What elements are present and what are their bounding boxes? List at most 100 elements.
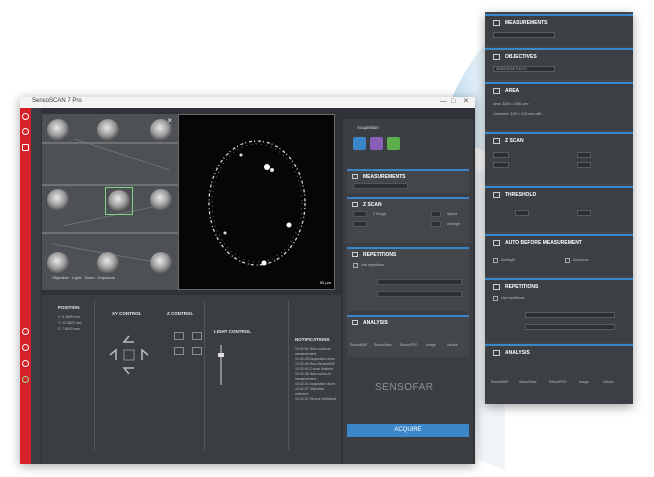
maximize-button[interactable]: □ — [451, 97, 455, 107]
section-measurements[interactable]: MEASUREMENTS — [347, 169, 469, 193]
acquire-button[interactable]: ACQUIRE — [347, 424, 469, 437]
z-down-button[interactable] — [174, 347, 184, 355]
analysis-image[interactable]: Image — [426, 343, 436, 347]
zscan-icon — [493, 138, 500, 144]
card-section-title: MEASUREMENTS — [505, 20, 548, 26]
mode-interferometry-icon[interactable] — [370, 137, 383, 150]
cube-icon[interactable] — [22, 144, 29, 151]
analysis-sensoview[interactable]: SensoView — [374, 343, 391, 347]
autofocus-checkbox[interactable] — [565, 258, 570, 263]
threshold-input[interactable] — [515, 210, 529, 216]
notification-item: 10:32:20 Sensor initialized — [295, 397, 337, 401]
mode-confocal-icon[interactable] — [353, 137, 366, 150]
section-title: Z SCAN — [363, 202, 382, 208]
z-fast-up-button[interactable] — [192, 332, 202, 340]
analysis-values[interactable]: Values — [603, 380, 613, 384]
notifications-title: NOTIFICATIONS — [295, 337, 330, 342]
z-up-button[interactable] — [174, 332, 184, 340]
repetitions-label: Use repetitions — [361, 263, 385, 267]
analysis-sensomap[interactable]: SensoMAP — [350, 343, 368, 347]
position-title: POSITION — [58, 305, 80, 310]
analysis-icon — [493, 350, 500, 356]
card-zscan[interactable]: Z SCAN — [485, 132, 633, 184]
card-auto-before[interactable]: AUTO BEFORE MEASUREMENT Autolight Autofo… — [485, 234, 633, 276]
auto-icon — [493, 240, 500, 246]
zrange-label: Z Range — [373, 212, 387, 216]
analysis-sensopro[interactable]: SensoPRO — [400, 343, 418, 347]
tool-strip — [31, 108, 41, 464]
autolight-checkbox[interactable] — [493, 258, 498, 263]
card-section-title: Z SCAN — [505, 138, 524, 144]
zrange-bottom-input[interactable] — [353, 221, 367, 227]
light-slider-handle[interactable] — [218, 353, 224, 357]
ruler-icon — [493, 20, 500, 26]
card-section-title: REPETITIONS — [505, 284, 539, 290]
analysis-sensopro[interactable]: SensoPRO — [549, 380, 567, 384]
close-button[interactable]: ✕ — [463, 97, 469, 107]
speed-label: Speed — [447, 212, 458, 216]
z-fast-down-button[interactable] — [192, 347, 202, 355]
repetitions-count-input[interactable] — [377, 279, 462, 285]
area-size: Area: 3340 x 2550 µm² — [493, 102, 529, 106]
repetitions-checkbox[interactable] — [493, 296, 498, 301]
camera-info: Objective · Light · Zoom · Exposure — [52, 275, 116, 280]
repetitions-count-input[interactable] — [525, 312, 615, 318]
confocal-view[interactable]: 50 µm — [178, 114, 335, 290]
help-icon[interactable] — [22, 360, 29, 367]
gear-icon[interactable] — [22, 344, 29, 351]
objective-select[interactable]: SENSOFAR P40 EI — [493, 66, 555, 72]
speed-input[interactable] — [431, 211, 441, 217]
control-area: POSITION X: 0.1695 mm Y: 12.6823 mm Z: 7… — [42, 295, 341, 464]
section-title: MEASUREMENTS — [363, 174, 406, 180]
card-measurements[interactable]: MEASUREMENTS — [485, 14, 633, 46]
settings-card: MEASUREMENTS OBJECTIVES SENSOFAR P40 EI … — [485, 12, 633, 404]
repetitions-checkbox[interactable] — [353, 263, 358, 268]
card-objectives[interactable]: OBJECTIVES SENSOFAR P40 EI — [485, 48, 633, 80]
card-repetitions[interactable]: REPETITIONS Use repetitions — [485, 278, 633, 342]
mode-focus-variation-icon[interactable] — [387, 137, 400, 150]
average-input[interactable] — [431, 221, 441, 227]
side-toolbar — [20, 108, 31, 464]
card-section-title: AREA — [505, 88, 520, 94]
autofocus-label: Autofocus — [573, 258, 589, 262]
home-icon[interactable] — [22, 113, 29, 120]
camera-view[interactable]: × Objective · Light · Zoom · Exposure — [42, 114, 178, 290]
acquisition-header: Acquisition — [357, 125, 379, 130]
close-pane-icon[interactable]: × — [167, 116, 172, 125]
measurement-select[interactable] — [493, 32, 555, 38]
scale-bar-label: 50 µm — [319, 280, 331, 285]
results-path-input[interactable] — [525, 324, 615, 330]
repeat-icon — [352, 252, 358, 257]
objective-icon — [493, 54, 500, 60]
results-path-input[interactable] — [377, 291, 462, 297]
average-input[interactable] — [577, 162, 591, 168]
ruler-icon — [352, 174, 358, 179]
roi-selection[interactable] — [105, 187, 133, 215]
ssr-input[interactable] — [577, 210, 591, 216]
section-repetitions[interactable]: REPETITIONS Use repetitions — [347, 247, 469, 311]
card-threshold[interactable]: THRESHOLD — [485, 186, 633, 232]
minimize-button[interactable]: — — [440, 97, 447, 107]
section-zscan[interactable]: Z SCAN Z Range Speed Average — [347, 197, 469, 243]
power-icon[interactable] — [22, 128, 29, 135]
analysis-sensomap[interactable]: SensoMAP — [491, 380, 509, 384]
move-right-icon — [141, 348, 149, 360]
repetitions-label: Use repetitions — [501, 296, 525, 300]
analysis-values[interactable]: Values — [447, 343, 457, 347]
section-analysis[interactable]: ANALYSIS SensoMAP SensoView SensoPRO Ima… — [347, 315, 469, 357]
zrange-bottom-input[interactable] — [493, 162, 509, 168]
card-area[interactable]: AREA Area: 3340 x 2550 µm² Comment: 3.50… — [485, 82, 633, 130]
zrange-top-input[interactable] — [493, 152, 509, 158]
notification-item: 10:32:27 Objective selected — [295, 387, 325, 396]
card-analysis[interactable]: ANALYSIS SensoMAP SensoView SensoPRO Ima… — [485, 344, 633, 404]
xy-joystick[interactable] — [104, 330, 154, 380]
card-section-title: ANALYSIS — [505, 350, 530, 356]
light-slider[interactable] — [220, 345, 222, 385]
analysis-sensoview[interactable]: SensoView — [519, 380, 536, 384]
measurement-select[interactable] — [353, 183, 408, 189]
settings-icon[interactable] — [22, 328, 29, 335]
notification-item: 10:32:51 New confocal measurement — [295, 347, 331, 356]
analysis-image[interactable]: Image — [579, 380, 589, 384]
speed-input[interactable] — [577, 152, 591, 158]
zrange-top-input[interactable] — [353, 211, 367, 217]
